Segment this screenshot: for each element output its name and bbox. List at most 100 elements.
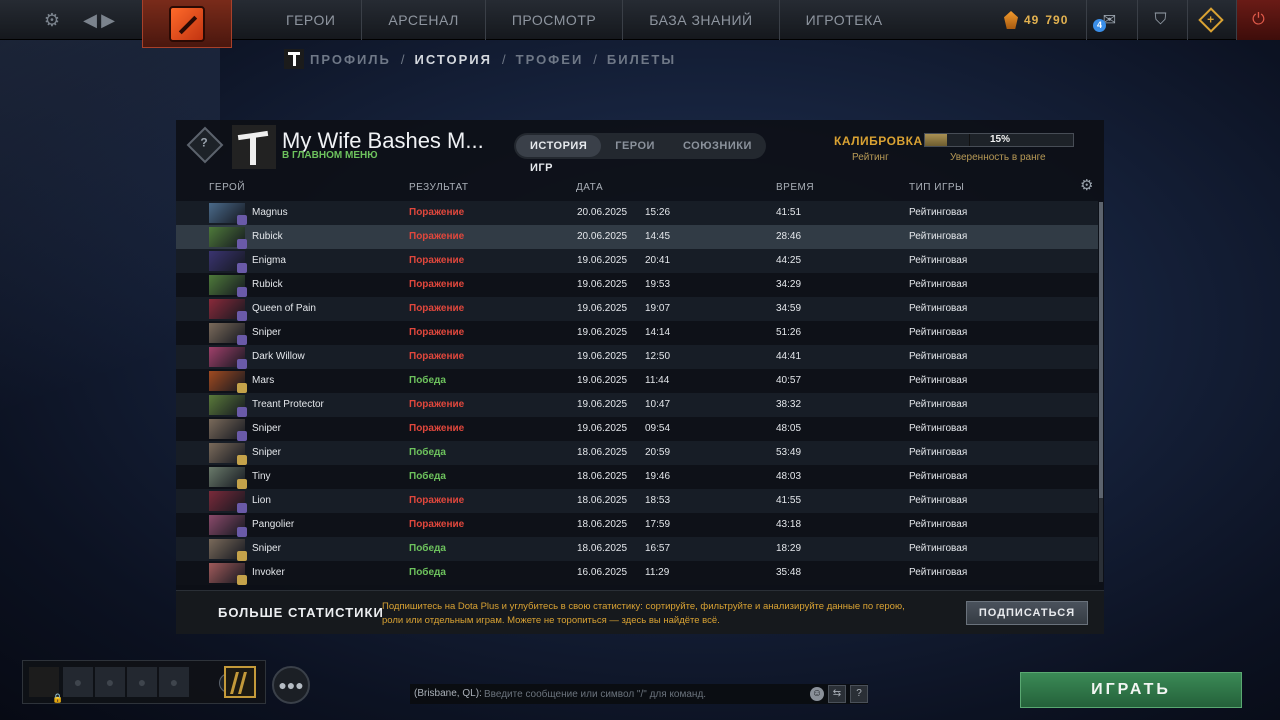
chat-help-button[interactable]: ? [850, 685, 868, 703]
match-duration: 48:03 [776, 471, 802, 482]
history-tabs: ИСТОРИЯ ИГР ГЕРОИ СОЮЗНИКИ [514, 133, 766, 174]
party-slot-empty[interactable]: ● [63, 667, 93, 697]
party-slot-self[interactable]: 🔒 [29, 667, 63, 703]
match-result: Поражение [409, 279, 465, 290]
match-duration: 43:18 [776, 519, 802, 530]
table-row[interactable]: Enigma Поражение 19.06.2025 20:41 44:25 Рейти… [176, 249, 1098, 273]
table-row[interactable]: Mars Победа 19.06.2025 11:44 40:57 Рейтингова… [176, 369, 1098, 393]
match-date: 18.06.2025 [577, 495, 628, 506]
scrollbar-thumb[interactable] [1099, 202, 1103, 498]
rank-emblem-icon: ? [186, 126, 224, 164]
battle-pass-badge-icon[interactable] [224, 666, 256, 698]
avatar[interactable] [232, 125, 276, 169]
match-result: Поражение [409, 255, 465, 266]
nav-arcade[interactable]: ИГРОТЕКА [780, 0, 909, 40]
match-date: 18.06.2025 [577, 447, 628, 458]
nav-watch[interactable]: ПРОСМОТР [486, 0, 624, 40]
mail-button[interactable]: ✉ [1086, 0, 1132, 40]
table-settings-gear-icon[interactable]: ⚙ [1080, 178, 1096, 194]
table-row[interactable]: Sniper Поражение 19.06.2025 09:54 48:05 Рейти… [176, 417, 1098, 441]
match-start-time: 19:46 [645, 471, 671, 482]
table-row[interactable]: Lion Поражение 18.06.2025 18:53 41:55 Рейтинг… [176, 489, 1098, 513]
dota-plus-button[interactable]: + [1187, 0, 1233, 40]
avatar-small [284, 49, 304, 69]
chat-channel-label[interactable]: (Brisbane, QL): [414, 684, 482, 704]
hero-portrait-icon [209, 323, 247, 345]
table-row[interactable]: Dark Willow Поражение 19.06.2025 12:50 44:41… [176, 345, 1098, 369]
party-slot-empty[interactable]: ● [159, 667, 189, 697]
table-row[interactable]: Treant Protector Поражение 19.06.2025 10:47… [176, 393, 1098, 417]
hero-portrait-icon [209, 347, 247, 369]
subscribe-button[interactable]: ПОДПИСАТЬСЯ [966, 601, 1088, 625]
party-slot-empty[interactable]: ● [127, 667, 157, 697]
match-start-time: 16:57 [645, 543, 671, 554]
nav-armory[interactable]: АРСЕНАЛ [362, 0, 486, 40]
match-game-type: Рейтинговая [909, 423, 968, 434]
party-slot-empty[interactable]: ● [95, 667, 125, 697]
emoji-icon[interactable]: ☺ [810, 687, 824, 701]
quit-button[interactable]: ⏻ [1236, 0, 1280, 40]
match-game-type: Рейтинговая [909, 303, 968, 314]
match-start-time: 19:53 [645, 279, 671, 290]
rank-confidence-value: 15% [989, 134, 1010, 145]
hero-portrait-icon [209, 203, 247, 225]
nav-learn[interactable]: БАЗА ЗНАНИЙ [623, 0, 780, 40]
subnav-tickets[interactable]: БИЛЕТЫ [607, 52, 676, 67]
match-result: Поражение [409, 207, 465, 218]
tab-heroes[interactable]: ГЕРОИ [601, 135, 669, 157]
table-row[interactable]: Pangolier Поражение 18.06.2025 17:59 43:18 Ре… [176, 513, 1098, 537]
friends-icon: ●●● [278, 677, 304, 693]
shards-currency[interactable]: 49 790 [1004, 9, 1068, 31]
match-start-time: 19:07 [645, 303, 671, 314]
table-row[interactable]: Rubick Поражение 20.06.2025 14:45 28:46 Рейти… [176, 225, 1098, 249]
subnav-trophies[interactable]: ТРОФЕИ [516, 52, 584, 67]
match-start-time: 20:41 [645, 255, 671, 266]
header-hero[interactable]: ГЕРОЙ [209, 182, 245, 193]
match-start-time: 14:14 [645, 327, 671, 338]
hero-role-icon [237, 479, 247, 489]
match-game-type: Рейтинговая [909, 351, 968, 362]
table-row[interactable]: Magnus Поражение 20.06.2025 15:26 41:51 Рейти… [176, 201, 1098, 225]
table-row[interactable]: Sniper Победа 18.06.2025 16:57 18:29 Рейтинго… [176, 537, 1098, 561]
header-time[interactable]: ВРЕМЯ [776, 182, 814, 193]
subnav-history[interactable]: ИСТОРИЯ [415, 52, 493, 67]
match-duration: 41:51 [776, 207, 802, 218]
rank-symbol: ? [200, 135, 208, 150]
tab-match-history[interactable]: ИСТОРИЯ ИГР [516, 135, 602, 174]
table-row[interactable]: Queen of Pain Поражение 19.06.2025 19:07 34:… [176, 297, 1098, 321]
hero-role-icon [237, 287, 247, 297]
table-row[interactable]: Invoker Победа 16.06.2025 11:29 35:48 Рейтинг… [176, 561, 1098, 585]
hero-role-icon [237, 503, 247, 513]
hero-role-icon [237, 551, 247, 561]
hero-portrait-icon [209, 299, 247, 321]
settings-gear-icon[interactable]: ⚙ [40, 8, 64, 32]
header-game-type[interactable]: ТИП ИГРЫ [909, 182, 964, 193]
hero-role-icon [237, 407, 247, 417]
dota-plus-shield-button[interactable]: ⛉ [1137, 0, 1183, 40]
table-row[interactable]: Rubick Поражение 19.06.2025 19:53 34:29 Рейти… [176, 273, 1098, 297]
table-row[interactable]: Tiny Победа 18.06.2025 19:46 48:03 Рейтингова… [176, 465, 1098, 489]
subnav-profile[interactable]: ПРОФИЛЬ [310, 52, 391, 67]
match-result: Победа [409, 567, 446, 578]
scrollbar[interactable] [1099, 202, 1103, 582]
header-result[interactable]: РЕЗУЛЬТАТ [409, 182, 468, 193]
match-game-type: Рейтинговая [909, 447, 968, 458]
hero-name: Lion [252, 495, 271, 506]
chat-input[interactable] [484, 684, 804, 704]
dota-logo-button[interactable] [142, 0, 232, 48]
hero-role-icon [237, 455, 247, 465]
match-game-type: Рейтинговая [909, 567, 968, 578]
hero-portrait-icon [209, 515, 247, 537]
hero-portrait-icon [209, 419, 247, 441]
play-button[interactable]: ИГРАТЬ [1020, 672, 1242, 708]
friends-button[interactable]: ●●● [272, 666, 310, 704]
tab-allies[interactable]: СОЮЗНИКИ [669, 135, 766, 157]
header-date[interactable]: ДАТА [576, 182, 603, 193]
table-row[interactable]: Sniper Победа 18.06.2025 20:59 53:49 Рейтинго… [176, 441, 1098, 465]
forward-arrow-icon[interactable]: ▶ [96, 8, 120, 32]
nav-heroes[interactable]: ГЕРОИ [260, 0, 363, 40]
match-game-type: Рейтинговая [909, 231, 968, 242]
chat-channels-button[interactable]: ⇆ [828, 685, 846, 703]
hero-role-icon [237, 383, 247, 393]
table-row[interactable]: Sniper Поражение 19.06.2025 14:14 51:26 Рейти… [176, 321, 1098, 345]
